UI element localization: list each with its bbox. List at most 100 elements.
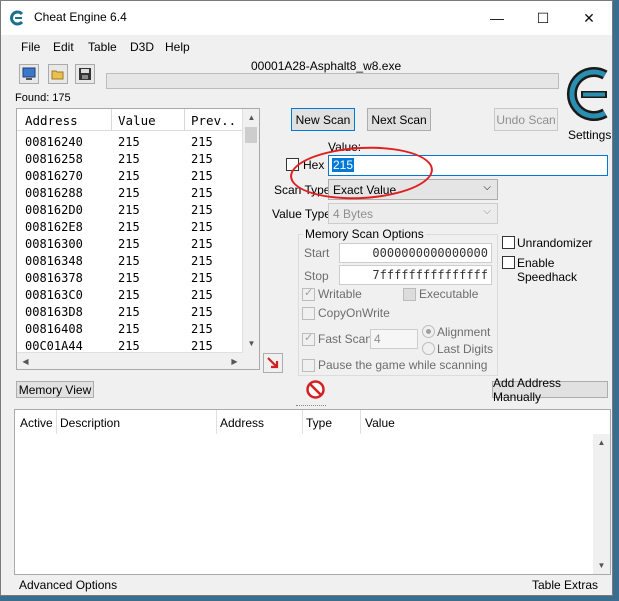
undo-scan-button[interactable]: Undo Scan: [494, 108, 558, 131]
start-address-input[interactable]: 0000000000000000: [339, 243, 492, 263]
table-row[interactable]: 00816258 215 215: [17, 151, 243, 168]
executable-checkbox[interactable]: [403, 288, 416, 301]
stop-address-input[interactable]: 7fffffffffffffff: [339, 265, 492, 285]
row-address: 008163D8: [25, 305, 83, 319]
address-list[interactable]: Active Description Address Type Value ▲ …: [14, 409, 611, 575]
cheat-engine-logo[interactable]: [561, 61, 613, 131]
value-type-select[interactable]: 4 Bytes ⌵: [328, 203, 498, 224]
table-row[interactable]: 00816288 215 215: [17, 185, 243, 202]
address-list-scrollbar[interactable]: ▲ ▼: [593, 434, 610, 574]
table-row[interactable]: 008162D0 215 215: [17, 202, 243, 219]
stop-scan-icon[interactable]: [306, 380, 325, 399]
menu-edit[interactable]: Edit: [53, 40, 74, 54]
red-arrow-icon: [267, 357, 279, 369]
row-address: 00816348: [25, 254, 83, 268]
table-row[interactable]: 008163C0 215 215: [17, 287, 243, 304]
memory-view-button[interactable]: Memory View: [16, 381, 94, 398]
scroll-thumb[interactable]: [245, 127, 257, 143]
close-button[interactable]: ✕: [566, 1, 612, 35]
open-folder-icon: [51, 70, 64, 80]
row-previous: 215: [191, 169, 213, 183]
fast-scan-checkbox[interactable]: [302, 331, 315, 346]
writable-label: Writable: [318, 287, 362, 301]
save-file-button[interactable]: [75, 64, 95, 84]
scan-results-list[interactable]: Address Value Prev.. 00816240 215 215 00816…: [16, 108, 260, 370]
last-digits-label: Last Digits: [437, 342, 494, 356]
writable-checkbox[interactable]: [302, 286, 315, 301]
table-row[interactable]: 00816300 215 215: [17, 236, 243, 253]
results-header: Address Value Prev..: [17, 109, 243, 131]
row-previous: 215: [191, 186, 213, 200]
menu-file[interactable]: File: [21, 40, 40, 54]
open-file-button[interactable]: [48, 64, 68, 84]
chevron-down-icon: ⌵: [483, 182, 491, 193]
row-address: 008162D0: [25, 203, 83, 217]
settings-link[interactable]: Settings: [568, 128, 611, 142]
maximize-button[interactable]: ☐: [520, 1, 566, 35]
row-address: 00C01A44: [25, 339, 83, 353]
table-row[interactable]: 00816348 215 215: [17, 253, 243, 270]
alignment-label: Alignment: [437, 325, 491, 339]
status-bar: Advanced Options Table Extras: [1, 576, 612, 596]
panel-splitter[interactable]: [296, 405, 326, 408]
table-extras-link[interactable]: Table Extras: [532, 578, 598, 592]
row-value: 215: [118, 237, 140, 251]
column-address[interactable]: Address: [220, 416, 264, 430]
column-value[interactable]: Value: [118, 113, 156, 128]
advanced-options-link[interactable]: Advanced Options: [19, 578, 117, 592]
start-label: Start: [304, 246, 330, 260]
copy-on-write-label: CopyOnWrite: [318, 306, 390, 320]
scroll-down-icon[interactable]: ▼: [593, 557, 610, 574]
select-process-button[interactable]: [19, 64, 39, 84]
scroll-up-icon[interactable]: ▲: [593, 434, 610, 451]
row-value: 215: [118, 254, 140, 268]
unrandomizer-checkbox[interactable]: [502, 236, 515, 249]
menu-table[interactable]: Table: [88, 40, 117, 54]
process-name: 00001A28-Asphalt8_w8.exe: [251, 59, 402, 73]
next-scan-button[interactable]: Next Scan: [367, 108, 431, 131]
results-horizontal-scrollbar[interactable]: ◀ ▶: [17, 352, 243, 369]
table-row[interactable]: 008162E8 215 215: [17, 219, 243, 236]
row-address: 00816270: [25, 169, 83, 183]
row-address: 00816258: [25, 152, 83, 166]
row-value: 215: [118, 271, 140, 285]
row-previous: 215: [191, 271, 213, 285]
last-digits-radio[interactable]: [422, 342, 435, 355]
fast-scan-input[interactable]: 4: [370, 329, 418, 349]
row-value: 215: [118, 169, 140, 183]
results-vertical-scrollbar[interactable]: ▲ ▼: [242, 109, 259, 369]
scroll-down-icon[interactable]: ▼: [243, 335, 259, 352]
pause-game-checkbox[interactable]: [302, 359, 315, 372]
row-previous: 215: [191, 203, 213, 217]
column-active[interactable]: Active: [20, 416, 53, 430]
column-description[interactable]: Description: [60, 416, 120, 430]
add-address-manually-button[interactable]: Add Address Manually: [492, 376, 608, 404]
table-row[interactable]: 00816408 215 215: [17, 321, 243, 338]
row-address: 00816288: [25, 186, 83, 200]
scroll-up-icon[interactable]: ▲: [243, 109, 259, 126]
scroll-right-icon[interactable]: ▶: [226, 353, 243, 369]
row-value: 215: [118, 288, 140, 302]
scroll-left-icon[interactable]: ◀: [17, 353, 34, 369]
column-type[interactable]: Type: [306, 416, 332, 430]
speedhack-checkbox[interactable]: [502, 256, 515, 269]
alignment-radio[interactable]: [422, 325, 435, 338]
column-previous[interactable]: Prev..: [191, 113, 236, 128]
row-previous: 215: [191, 288, 213, 302]
menu-help[interactable]: Help: [165, 40, 190, 54]
table-row[interactable]: 00816240 215 215: [17, 134, 243, 151]
copy-on-write-checkbox[interactable]: [302, 307, 315, 320]
cheat-engine-window: Cheat Engine 6.4 — ☐ ✕ File Edit Table D…: [0, 0, 613, 596]
table-row[interactable]: 00816270 215 215: [17, 168, 243, 185]
table-row[interactable]: 008163D8 215 215: [17, 304, 243, 321]
add-selected-to-list-button[interactable]: [263, 353, 283, 373]
row-value: 215: [118, 186, 140, 200]
new-scan-button[interactable]: New Scan: [291, 108, 355, 131]
column-value[interactable]: Value: [365, 416, 395, 430]
row-value: 215: [118, 135, 140, 149]
menu-d3d[interactable]: D3D: [130, 40, 154, 54]
table-row[interactable]: 00816378 215 215: [17, 270, 243, 287]
column-address[interactable]: Address: [25, 113, 78, 128]
minimize-button[interactable]: —: [474, 1, 520, 35]
row-previous: 215: [191, 135, 213, 149]
